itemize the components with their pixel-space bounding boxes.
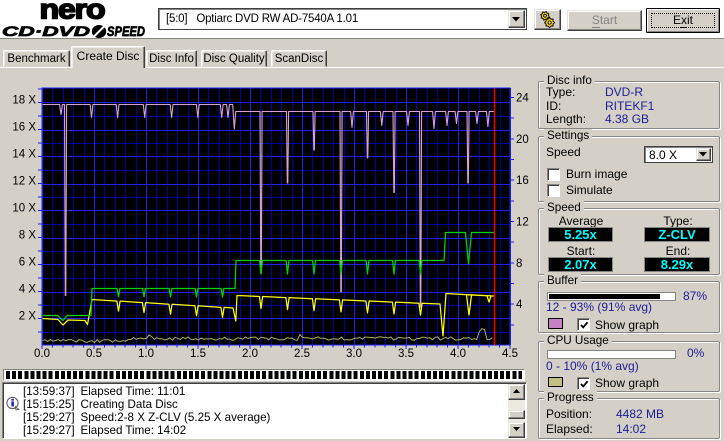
- svg-text:2.0: 2.0: [242, 348, 258, 360]
- svg-text:2.5: 2.5: [294, 348, 310, 360]
- svg-text:0.0: 0.0: [34, 348, 50, 360]
- svg-text:4: 4: [516, 299, 523, 311]
- svg-text:6 X: 6 X: [19, 257, 37, 269]
- svg-text:18 X: 18 X: [12, 95, 36, 107]
- svg-text:14 X: 14 X: [12, 149, 36, 161]
- svg-text:1.0: 1.0: [138, 348, 154, 360]
- svg-text:12: 12: [516, 217, 529, 229]
- svg-text:3.0: 3.0: [346, 348, 362, 360]
- svg-text:4 X: 4 X: [19, 284, 37, 296]
- svg-text:8 X: 8 X: [19, 230, 37, 242]
- svg-text:2 X: 2 X: [19, 311, 37, 323]
- svg-text:1.5: 1.5: [190, 348, 206, 360]
- svg-text:16 X: 16 X: [12, 122, 36, 134]
- svg-text:4.5: 4.5: [502, 348, 518, 360]
- svg-text:16: 16: [516, 175, 529, 187]
- svg-text:24: 24: [516, 93, 529, 105]
- svg-text:8: 8: [516, 258, 522, 270]
- svg-text:20: 20: [516, 134, 529, 146]
- svg-text:12 X: 12 X: [12, 176, 36, 188]
- svg-text:3.5: 3.5: [398, 348, 414, 360]
- svg-text:10 X: 10 X: [12, 203, 36, 215]
- svg-text:0.5: 0.5: [86, 348, 102, 360]
- svg-text:4.0: 4.0: [450, 348, 466, 360]
